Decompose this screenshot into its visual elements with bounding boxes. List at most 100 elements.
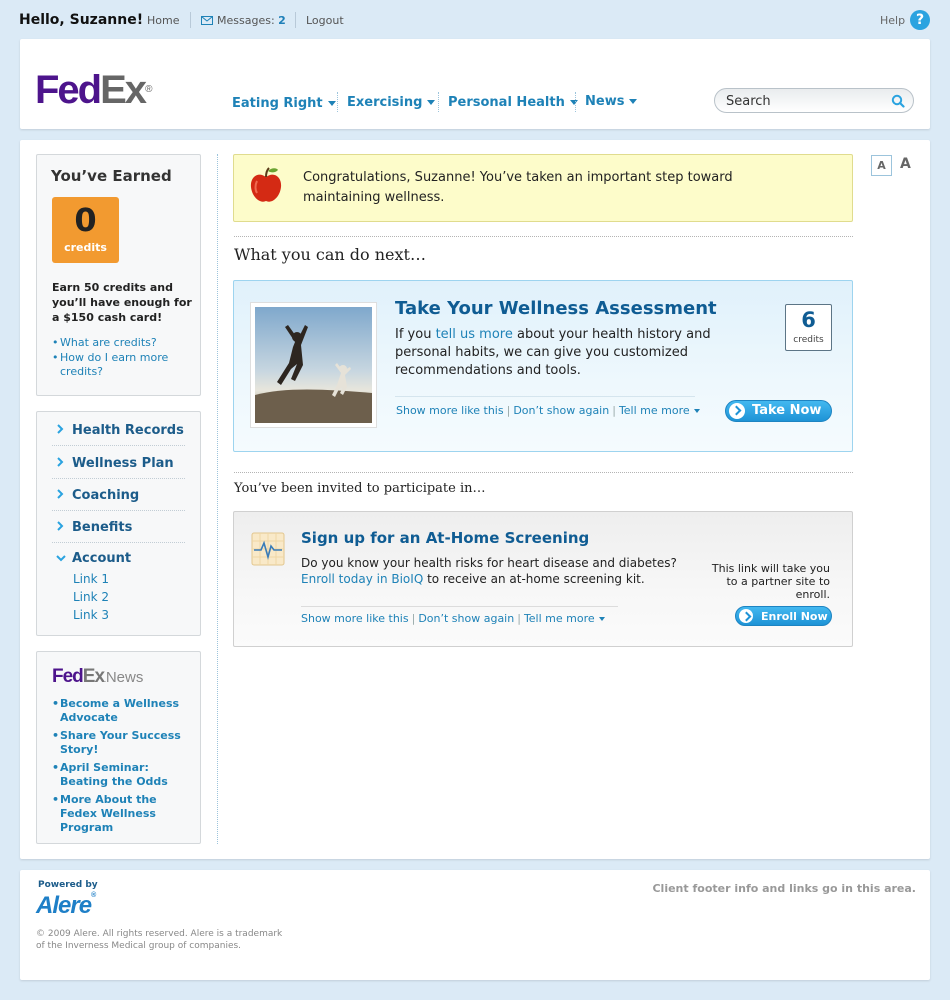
- earned-title: You’ve Earned: [51, 167, 172, 185]
- list-item: Share Your Success Story!: [52, 729, 192, 757]
- earn-text: Earn 50 credits and you’ll have enough f…: [52, 281, 192, 324]
- divider: [190, 12, 191, 28]
- header: [20, 39, 930, 129]
- tell-me-more-label: Tell me more: [523, 612, 595, 625]
- congrats-text: Congratulations, Suzanne! You’ve taken a…: [303, 170, 733, 205]
- brand-name: Alere: [36, 892, 92, 919]
- heart-monitor-icon: [251, 532, 285, 566]
- arrow-right-icon: [739, 609, 753, 623]
- chevron-right-icon: [57, 489, 64, 499]
- nav-personal-health[interactable]: Personal Health: [448, 95, 578, 110]
- messages-link[interactable]: Messages: 2: [201, 14, 286, 27]
- tell-us-more-link[interactable]: tell us more: [436, 327, 513, 342]
- logo-fed: Fed: [35, 68, 102, 112]
- news-link-wellness-advocate[interactable]: Become a Wellness Advocate: [60, 697, 179, 724]
- fedex-logo[interactable]: FedEx®: [35, 70, 152, 110]
- what-are-credits-link[interactable]: What are credits?: [60, 336, 157, 349]
- account-link-3[interactable]: Link 3: [73, 608, 109, 622]
- news-links: Become a Wellness Advocate Share Your Su…: [52, 697, 192, 835]
- chevron-right-icon: [57, 521, 64, 531]
- screening-title[interactable]: Sign up for an At-Home Screening: [301, 529, 589, 547]
- how-earn-credits-link[interactable]: How do I earn more credits?: [60, 351, 168, 378]
- list-item: Become a Wellness Advocate: [52, 697, 192, 725]
- search-input[interactable]: [726, 93, 886, 109]
- credits-badge: 0 credits: [52, 197, 119, 263]
- list-item: April Seminar: Beating the Odds: [52, 761, 192, 789]
- divider: [337, 92, 338, 112]
- credits-label: credits: [793, 335, 824, 345]
- chevron-down-icon: [598, 617, 605, 621]
- nav-exercising[interactable]: Exercising: [347, 95, 436, 110]
- screening-text-line1: Do you know your health risks for heart …: [301, 556, 677, 570]
- assessment-title[interactable]: Take Your Wellness Assessment: [395, 298, 717, 319]
- screening-actions: Show more like this | Don’t show again | Tel…: [301, 612, 605, 625]
- news-link-wellness-program[interactable]: More About the Fedex Wellness Program: [60, 793, 157, 834]
- sidebar-item-coaching[interactable]: Coaching: [52, 479, 185, 511]
- sidebar-item-benefits[interactable]: Benefits: [52, 511, 185, 543]
- tell-me-more-label: Tell me more: [618, 404, 690, 417]
- logo-ex: Ex: [100, 68, 147, 112]
- enroll-bioiq-link[interactable]: Enroll today in BioIQ: [301, 572, 423, 586]
- sidebar-item-label: Coaching: [72, 488, 140, 503]
- button-label: Enroll Now: [761, 610, 828, 623]
- news-link-april-seminar[interactable]: April Seminar: Beating the Odds: [60, 761, 168, 788]
- screening-text: Do you know your health risks for heart …: [301, 555, 721, 587]
- list-item: What are credits?: [52, 336, 192, 350]
- nav-label: Personal Health: [448, 95, 565, 110]
- sidebar-item-account[interactable]: Account: [52, 542, 185, 574]
- account-link-2[interactable]: Link 2: [73, 590, 109, 604]
- dont-show-again-link[interactable]: Don’t show again: [418, 612, 514, 625]
- assessment-text-start: If you: [395, 327, 436, 342]
- partner-note: This link will take you to a partner sit…: [711, 562, 830, 601]
- arrow-right-icon: [729, 403, 745, 419]
- enroll-now-button[interactable]: Enroll Now: [735, 606, 832, 626]
- chevron-right-icon: [57, 424, 64, 434]
- home-link[interactable]: Home: [147, 14, 179, 27]
- help-link[interactable]: Help: [880, 14, 905, 27]
- chevron-right-icon: [57, 457, 64, 467]
- chevron-down-icon: [569, 100, 578, 105]
- divider: |: [517, 612, 521, 625]
- screening-text-end: to receive an at-home screening kit.: [423, 572, 645, 586]
- account-link-1[interactable]: Link 1: [73, 572, 109, 586]
- divider: [575, 92, 576, 112]
- dont-show-again-link[interactable]: Don’t show again: [513, 404, 609, 417]
- sidebar-item-label: Account: [72, 551, 132, 566]
- search-icon[interactable]: [891, 94, 905, 108]
- sidebar-item-health-records[interactable]: Health Records: [52, 414, 185, 446]
- envelope-icon: [201, 16, 213, 25]
- tell-me-more-link[interactable]: Tell me more: [524, 612, 605, 625]
- help-icon[interactable]: ?: [910, 10, 930, 30]
- nav-news[interactable]: News: [585, 94, 638, 109]
- nav-label: News: [585, 94, 625, 109]
- nav-eating-right[interactable]: Eating Right: [232, 96, 336, 111]
- nav-label: Eating Right: [232, 96, 323, 111]
- show-more-like-this-link[interactable]: Show more like this: [301, 612, 409, 625]
- search-box: [714, 88, 914, 113]
- assessment-credits-badge: 6 credits: [785, 304, 832, 351]
- earned-links: What are credits? How do I earn more cre…: [52, 336, 192, 379]
- divider: [395, 396, 695, 397]
- divider: [438, 92, 439, 112]
- sidebar-item-label: Health Records: [72, 423, 184, 438]
- logo-fed: Fed: [52, 666, 84, 687]
- assessment-text: If you tell us more about your health hi…: [395, 326, 725, 380]
- take-now-button[interactable]: Take Now: [725, 400, 832, 422]
- news-link-success-story[interactable]: Share Your Success Story!: [60, 729, 181, 756]
- font-size-large-button[interactable]: A: [900, 156, 911, 172]
- sidebar-item-label: Wellness Plan: [72, 456, 174, 471]
- jumping-people-image: [250, 302, 377, 428]
- tell-me-more-link[interactable]: Tell me more: [619, 404, 700, 417]
- alere-logo[interactable]: Alere®: [36, 892, 96, 920]
- divider: |: [612, 404, 616, 417]
- chevron-down-icon: [693, 409, 700, 413]
- list-item: How do I earn more credits?: [52, 351, 192, 379]
- show-more-like-this-link[interactable]: Show more like this: [396, 404, 504, 417]
- logout-link[interactable]: Logout: [306, 14, 344, 27]
- divider: |: [506, 404, 511, 417]
- sidebar-item-label: Benefits: [72, 520, 133, 535]
- sidebar-item-wellness-plan[interactable]: Wellness Plan: [52, 447, 185, 479]
- powered-by-label: Powered by: [38, 880, 98, 890]
- divider: [295, 12, 296, 28]
- font-size-small-button[interactable]: A: [871, 155, 892, 176]
